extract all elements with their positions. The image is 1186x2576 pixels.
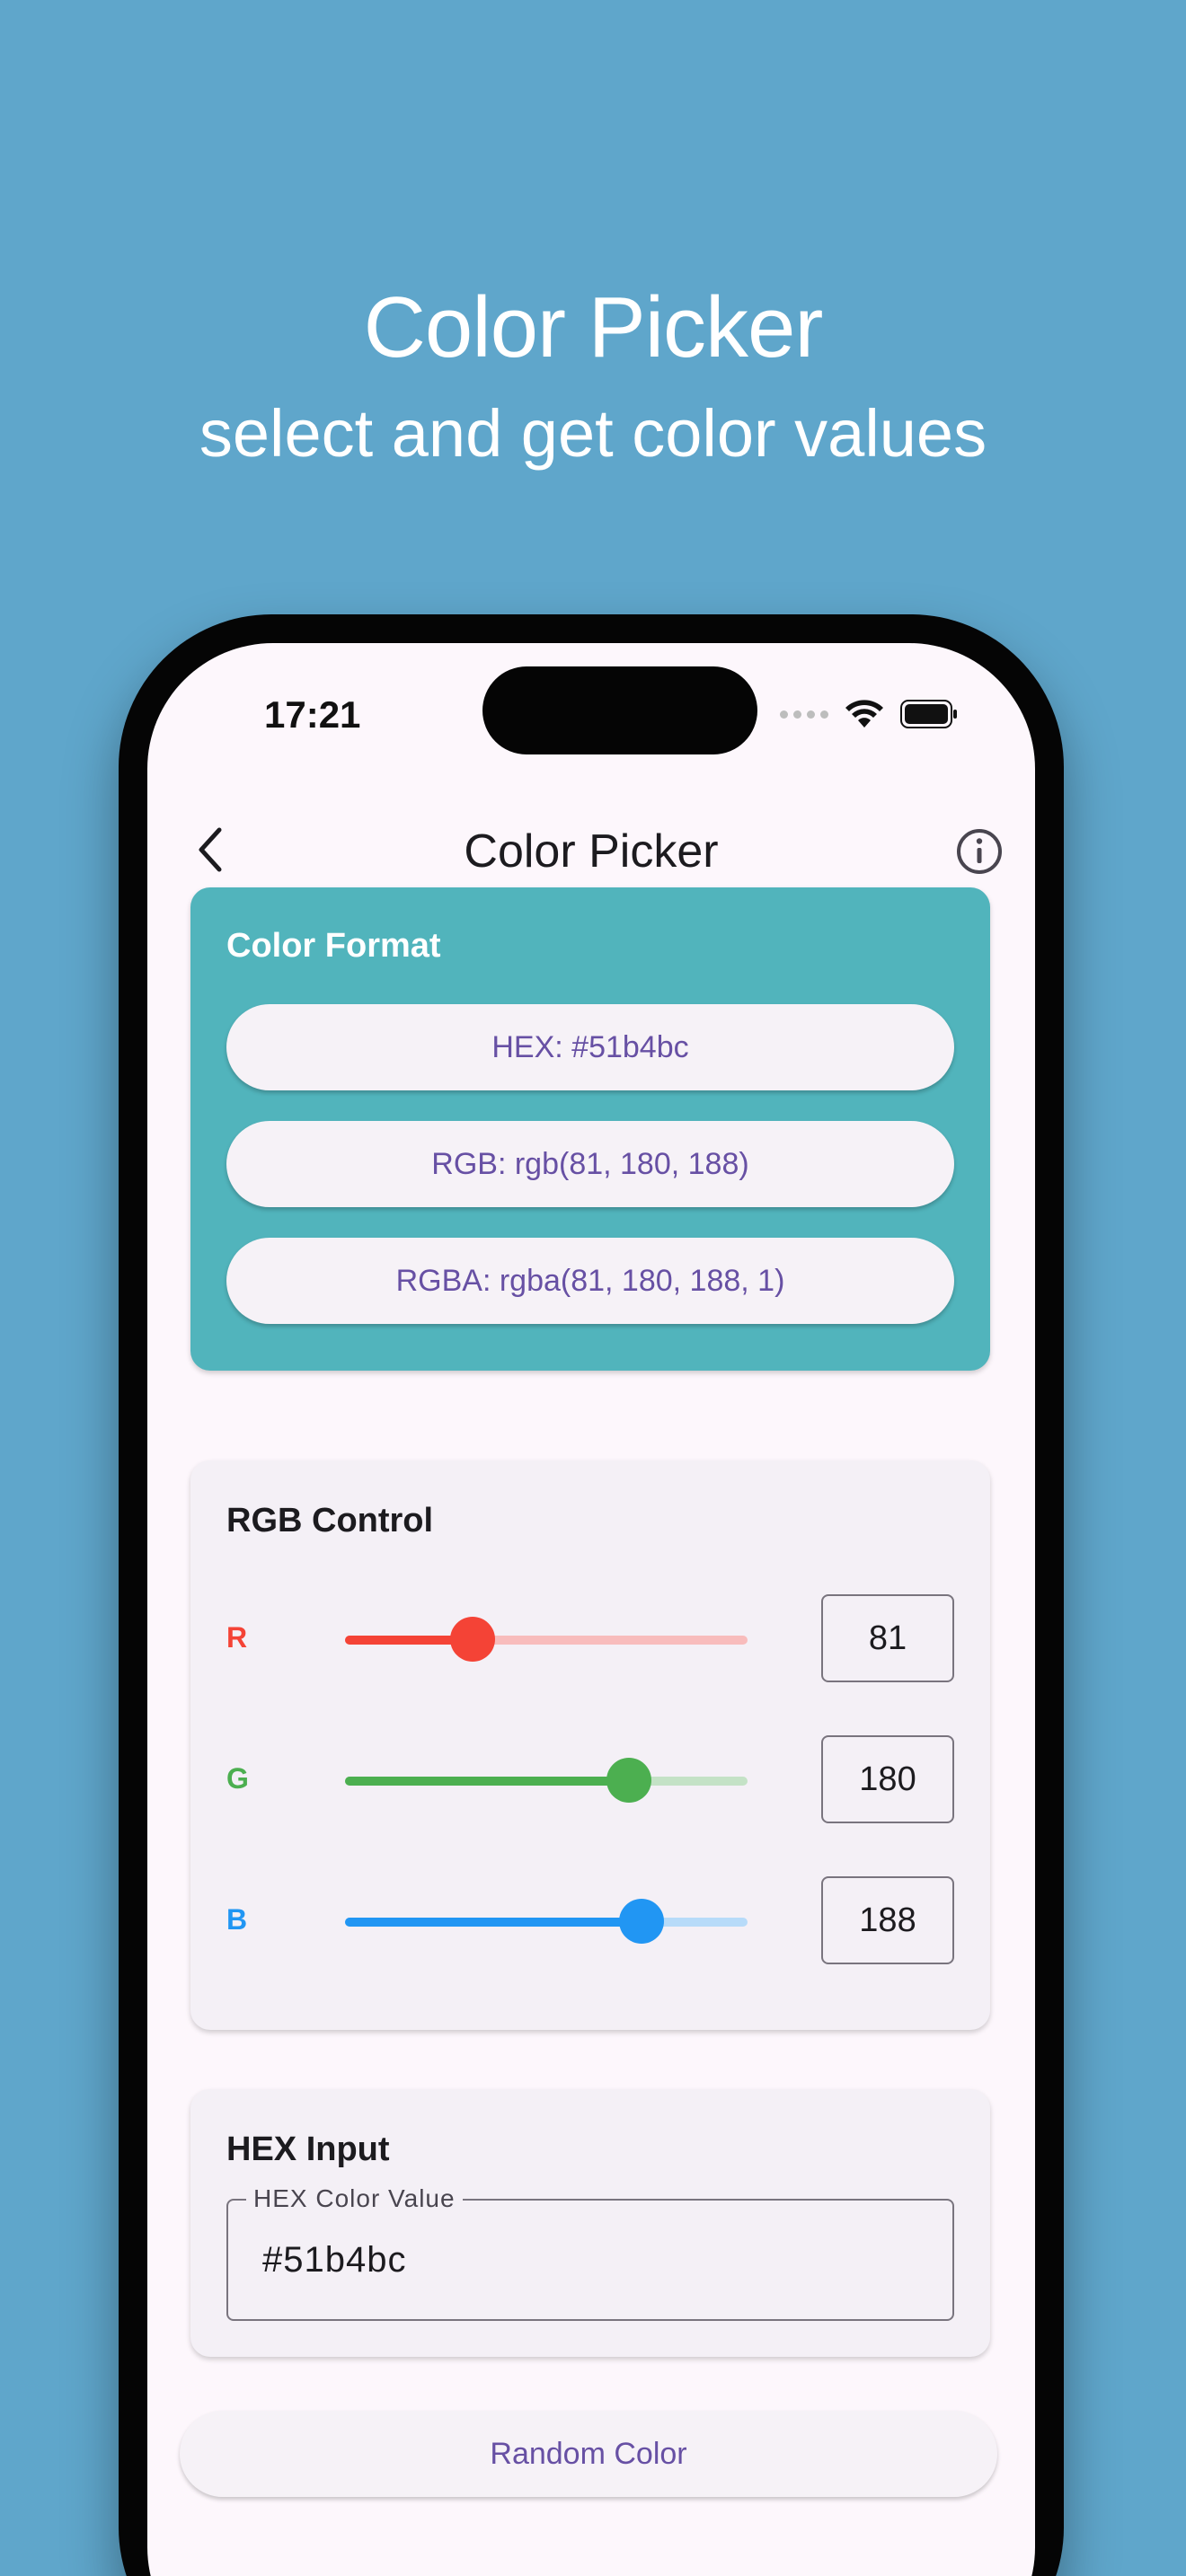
rgba-copy-button[interactable]: RGBA: rgba(81, 180, 188, 1) <box>226 1238 954 1324</box>
red-slider[interactable] <box>345 1617 748 1662</box>
green-slider-thumb[interactable] <box>606 1758 652 1803</box>
red-label: R <box>226 1621 248 1654</box>
green-value-field[interactable]: 180 <box>821 1735 954 1823</box>
info-button[interactable] <box>951 823 1008 880</box>
status-time: 17:21 <box>264 693 361 736</box>
rgb-control-card: RGB Control R 81 G 180 B 188 <box>190 1460 990 2030</box>
blue-label: B <box>226 1903 248 1936</box>
red-value-field[interactable]: 81 <box>821 1594 954 1682</box>
dynamic-island <box>482 666 757 754</box>
hex-field-label: HEX Color Value <box>246 2184 463 2213</box>
hex-input-card: HEX Input HEX Color Value #51b4bc <box>190 2089 990 2357</box>
hex-color-field[interactable]: HEX Color Value #51b4bc <box>226 2184 954 2321</box>
page-title: Color Picker <box>464 825 719 878</box>
blue-slider-row: B 188 <box>190 1876 990 1966</box>
color-format-card: Color Format HEX: #51b4bc RGB: rgb(81, 1… <box>190 887 990 1371</box>
promo-subtitle: select and get color values <box>199 396 987 471</box>
blue-value-field[interactable]: 188 <box>821 1876 954 1964</box>
green-slider[interactable] <box>345 1758 748 1803</box>
random-color-button[interactable]: Random Color <box>180 2411 997 2497</box>
hex-input-title: HEX Input <box>226 2130 390 2168</box>
green-label: G <box>226 1762 249 1795</box>
hex-field-value[interactable]: #51b4bc <box>262 2240 406 2280</box>
rgb-control-title: RGB Control <box>226 1502 434 1539</box>
signal-icon <box>780 710 828 719</box>
green-slider-row: G 180 <box>190 1735 990 1825</box>
status-icons <box>780 699 958 729</box>
red-slider-row: R 81 <box>190 1594 990 1684</box>
wifi-icon <box>845 700 883 728</box>
green-slider-fill <box>345 1777 630 1786</box>
info-icon <box>957 829 1002 874</box>
phone-frame: 17:21 Color Picker Color Format HEX: #51… <box>119 614 1064 2576</box>
battery-icon <box>900 700 957 728</box>
promo-title: Color Picker <box>363 279 824 375</box>
blue-slider-thumb[interactable] <box>619 1899 665 1944</box>
blue-slider[interactable] <box>345 1899 748 1944</box>
hex-copy-button[interactable]: HEX: #51b4bc <box>226 1004 954 1090</box>
app-bar: Color Picker <box>147 814 1035 886</box>
phone-screen: 17:21 Color Picker Color Format HEX: #51… <box>147 643 1035 2576</box>
rgb-copy-button[interactable]: RGB: rgb(81, 180, 188) <box>226 1121 954 1207</box>
color-format-title: Color Format <box>226 927 441 965</box>
blue-slider-fill <box>345 1918 642 1927</box>
red-slider-thumb[interactable] <box>450 1617 496 1662</box>
